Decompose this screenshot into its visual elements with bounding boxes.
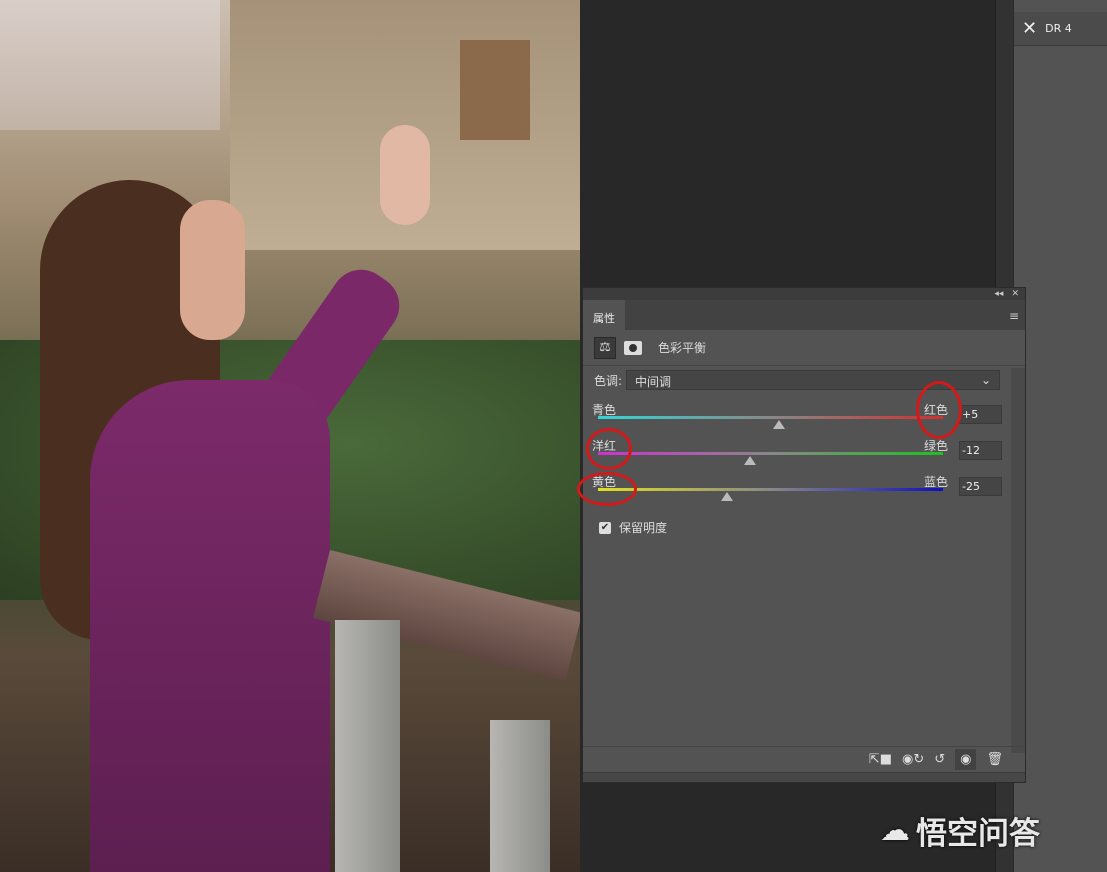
- preserve-luminosity-label: 保留明度: [619, 521, 668, 535]
- brush-preset-item[interactable]: ✕ DR 4: [1014, 12, 1107, 46]
- slider-track[interactable]: [598, 416, 943, 419]
- brush-presets-panel: ✕ DR 4: [1013, 0, 1107, 872]
- layer-mask-icon[interactable]: [622, 337, 644, 359]
- slider-value-input[interactable]: -12: [959, 441, 1002, 460]
- watermark-logo: ☁ 悟空问答: [880, 808, 1040, 853]
- watermark-text: 悟空问答: [916, 816, 1040, 852]
- tone-label: 色调:: [594, 373, 623, 388]
- panel-scrollbar[interactable]: [1011, 368, 1025, 753]
- panel-menu-icon[interactable]: ≡: [1009, 309, 1019, 323]
- brush-preset-label: DR 4: [1045, 22, 1072, 35]
- collapse-icon[interactable]: ◂◂: [994, 288, 1003, 300]
- close-icon[interactable]: ✕: [1011, 288, 1019, 300]
- tone-select-value: 中间调: [635, 375, 672, 389]
- view-previous-state-icon[interactable]: ◉↻: [902, 752, 924, 767]
- slider-value-input[interactable]: -25: [959, 477, 1002, 496]
- slider-track[interactable]: [598, 452, 943, 455]
- photo-canvas-image: [0, 0, 580, 872]
- tab-properties[interactable]: 属性: [583, 300, 625, 330]
- trash-icon[interactable]: 🗑: [986, 752, 1003, 767]
- brushes-icon: ✕: [1022, 18, 1038, 39]
- chevron-down-icon: ⌄: [980, 373, 992, 387]
- checkbox-check-icon: ✔: [599, 521, 611, 534]
- visibility-eye-icon[interactable]: ◉: [955, 749, 977, 770]
- slider-thumb[interactable]: [743, 456, 756, 465]
- properties-panel: ◂◂ ✕ 属性 ≡ ⚖ 色彩平衡 色调: 中间调 ⌄ 青色 红色 +5 洋红 绿色 …: [577, 287, 1026, 783]
- annotation-circle: [577, 472, 637, 506]
- panel-resize-grip[interactable]: [583, 772, 1025, 782]
- adjustment-title: 色彩平衡: [658, 341, 707, 355]
- slider-track[interactable]: [598, 488, 943, 491]
- slider-thumb[interactable]: [721, 492, 734, 501]
- reset-icon[interactable]: ↺: [934, 752, 945, 767]
- annotation-circle: [586, 428, 632, 470]
- slider-thumb[interactable]: [773, 420, 786, 429]
- annotation-circle: [916, 381, 962, 439]
- clip-to-layer-icon[interactable]: ⇱■: [869, 752, 892, 767]
- color-slider-row: 洋红 绿色 -12: [592, 437, 1012, 473]
- preserve-luminosity-checkbox[interactable]: ✔ 保留明度: [599, 519, 667, 536]
- color-slider-row: 黄色 蓝色 -25: [592, 473, 1012, 509]
- slider-value-input[interactable]: +5: [959, 405, 1002, 424]
- balance-scale-icon[interactable]: ⚖: [594, 336, 616, 359]
- cloud-logo-icon: ☁: [880, 813, 910, 848]
